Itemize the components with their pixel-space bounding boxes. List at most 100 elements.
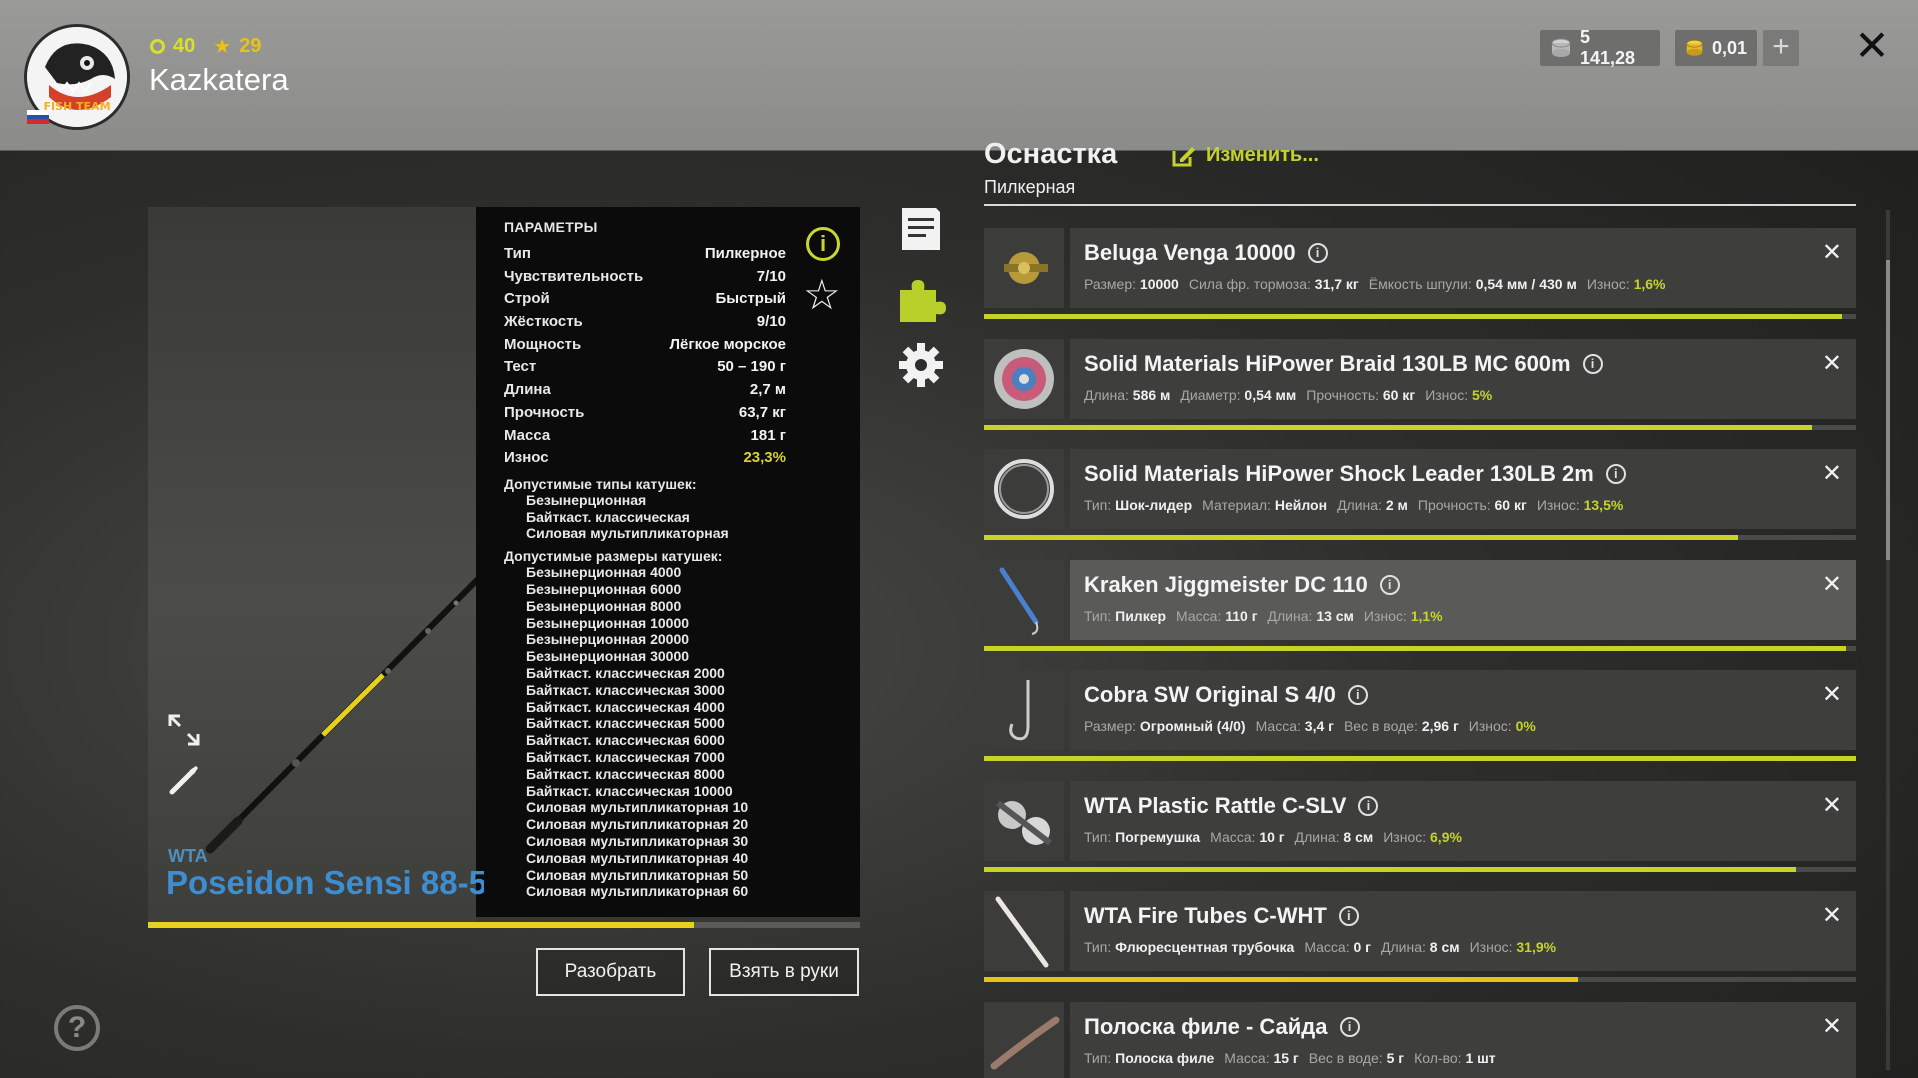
edit-icon	[1172, 146, 1195, 166]
close-button[interactable]: ✕	[1852, 25, 1892, 67]
rod-durability-bar	[148, 922, 860, 928]
item-thumbnail[interactable]	[984, 670, 1064, 750]
remove-item-icon[interactable]: ✕	[1822, 901, 1842, 930]
tackle-item-shock-leader[interactable]: Solid Materials HiPower Shock Leader 130…	[984, 449, 1856, 560]
item-name-row: Solid Materials HiPower Braid 130LB MC 6…	[1084, 351, 1603, 377]
tackle-item-braid-line[interactable]: Solid Materials HiPower Braid 130LB MC 6…	[984, 338, 1856, 450]
stat-value: 60 кг	[1382, 386, 1416, 403]
remove-item-icon[interactable]: ✕	[1822, 570, 1842, 599]
list-item: Силовая мультипликаторная	[526, 525, 729, 542]
remove-item-icon[interactable]: ✕	[1822, 1012, 1842, 1041]
item-info-icon[interactable]: i	[1338, 906, 1359, 926]
param-row: Масса 181 г	[504, 425, 786, 448]
tackle-item-reel[interactable]: Beluga Venga 10000 i Размер: 10000 Сила фр.…	[984, 228, 1856, 339]
item-name: Полоска филе - Сайда	[1084, 1013, 1328, 1039]
stat-label: Тип:	[1084, 1049, 1112, 1066]
item-thumbnail[interactable]	[984, 449, 1064, 529]
remove-item-icon[interactable]: ✕	[1822, 791, 1842, 820]
puzzle-icon[interactable]	[896, 274, 946, 324]
info-icon[interactable]: i	[806, 227, 840, 261]
item-info-icon[interactable]: i	[1347, 685, 1368, 705]
remove-item-icon[interactable]: ✕	[1822, 680, 1842, 709]
item-thumbnail[interactable]	[984, 1001, 1064, 1078]
item-card[interactable]: Solid Materials HiPower Shock Leader 130…	[1070, 449, 1856, 529]
help-icon[interactable]: ?	[54, 1005, 100, 1051]
item-durability-bar	[984, 424, 1856, 430]
tackle-item-fire-tube[interactable]: WTA Fire Tubes C-WHT i Тип: Флюресцентная …	[984, 891, 1856, 1002]
item-card[interactable]: Solid Materials HiPower Braid 130LB MC 6…	[1070, 338, 1856, 419]
item-card[interactable]: WTA Fire Tubes C-WHT i Тип: Флюресцентная …	[1070, 891, 1856, 971]
item-thumbnail[interactable]	[984, 780, 1064, 861]
buy-currency-button[interactable]: +	[1763, 30, 1799, 66]
remove-item-icon[interactable]: ✕	[1822, 459, 1842, 488]
item-stats: Тип: Шок-лидер Материал: Нейлон Длина: 2 м…	[1084, 497, 1623, 513]
item-card[interactable]: Beluga Venga 10000 i Размер: 10000 Сила фр.…	[1070, 228, 1856, 308]
item-thumbnail[interactable]	[984, 228, 1064, 308]
param-value: Быстрый	[715, 290, 786, 308]
wear-label: Износ:	[1468, 718, 1512, 734]
item-info-icon[interactable]: i	[1605, 464, 1626, 484]
wear-value: 1,6%	[1633, 276, 1666, 292]
param-value: 9/10	[756, 313, 786, 331]
divider	[984, 204, 1856, 206]
stat-label: Тип:	[1084, 828, 1112, 845]
list-item: Безынерционная 20000	[526, 631, 690, 648]
stat-label: Длина:	[1267, 607, 1313, 624]
item-card[interactable]: Kraken Jiggmeister DC 110 i Тип: Пилкер Мас…	[1070, 559, 1856, 640]
item-name-row: Solid Materials HiPower Shock Leader 130…	[1084, 461, 1626, 487]
rod-image	[148, 207, 476, 922]
item-info-icon[interactable]: i	[1582, 353, 1603, 374]
tackle-item-hook[interactable]: Cobra SW Original S 4/0 i Размер: Огромный…	[984, 670, 1856, 781]
tackle-type: Пилкерная	[984, 177, 1076, 197]
list-item: Силовая мультипликаторная 50	[526, 866, 749, 883]
silver-coin-icon	[1551, 38, 1571, 57]
expand-icon[interactable]	[166, 712, 202, 748]
list-item: Безынерционная 30000	[526, 648, 690, 665]
item-info-icon[interactable]: i	[1339, 1016, 1360, 1037]
param-row: Жёсткость 9/10	[504, 311, 786, 334]
item-name-row: WTA Fire Tubes C-WHT i	[1084, 903, 1359, 929]
document-icon[interactable]	[896, 204, 946, 254]
remove-item-icon[interactable]: ✕	[1822, 349, 1842, 378]
tackle-item-rattle[interactable]: WTA Plastic Rattle C-SLV i Тип: Погремушка…	[984, 780, 1856, 892]
item-card[interactable]: Cobra SW Original S 4/0 i Размер: Огромный…	[1070, 670, 1856, 750]
stat-label: Масса:	[1255, 718, 1301, 734]
stat-label: Диаметр:	[1180, 386, 1241, 403]
item-info-icon[interactable]: i	[1379, 574, 1400, 595]
remove-item-icon[interactable]: ✕	[1822, 238, 1842, 267]
param-label: Тест	[504, 358, 537, 376]
take-in-hands-button[interactable]: Взять в руки	[709, 948, 859, 996]
wear-label: Износ:	[1469, 939, 1513, 955]
tackle-item-jig[interactable]: Kraken Jiggmeister DC 110 i Тип: Пилкер Мас…	[984, 559, 1856, 671]
tackle-title: Оснастка	[984, 138, 1118, 170]
item-thumbnail[interactable]	[984, 338, 1064, 419]
gear-icon[interactable]	[896, 340, 946, 390]
wear-value: 31,9%	[1516, 939, 1557, 955]
item-name-row: WTA Plastic Rattle C-SLV i	[1084, 793, 1379, 819]
tackle-item-bait[interactable]: Полоска филе - Сайда i Тип: Полоска филе Ма…	[984, 1001, 1856, 1078]
item-info-icon[interactable]: i	[1358, 795, 1379, 816]
item-durability-fill	[984, 866, 1796, 872]
favorite-star-icon[interactable]: ☆	[803, 274, 841, 316]
item-durability-bar	[984, 977, 1856, 982]
item-card[interactable]: WTA Plastic Rattle C-SLV i Тип: Погремушка…	[1070, 780, 1856, 861]
list-item: Силовая мультипликаторная 20	[526, 816, 749, 833]
stat-label: Прочность:	[1306, 386, 1379, 403]
stat-label: Тип:	[1084, 939, 1112, 955]
stat-label: Длина:	[1084, 386, 1129, 403]
wear-label: Износ:	[1536, 497, 1580, 513]
disassemble-button[interactable]: Разобрать	[536, 948, 685, 996]
item-name: Cobra SW Original S 4/0	[1084, 682, 1336, 707]
item-info-icon[interactable]: i	[1307, 243, 1328, 263]
edit-tackle-link[interactable]: Изменить...	[1172, 144, 1319, 167]
list-item: Байткаст. классическая 3000	[526, 681, 725, 698]
item-thumbnail[interactable]	[984, 891, 1064, 971]
stat-value: 31,7 кг	[1314, 276, 1359, 292]
brush-icon[interactable]	[166, 762, 202, 798]
wear-label: Износ:	[1586, 276, 1630, 292]
stat-value: 0,54 мм	[1244, 386, 1297, 403]
item-thumbnail[interactable]	[984, 559, 1064, 640]
item-card[interactable]: Полоска филе - Сайда i Тип: Полоска филе Ма…	[1070, 1001, 1856, 1078]
item-durability-fill	[984, 756, 1856, 761]
scrollbar-thumb[interactable]	[1886, 260, 1890, 560]
